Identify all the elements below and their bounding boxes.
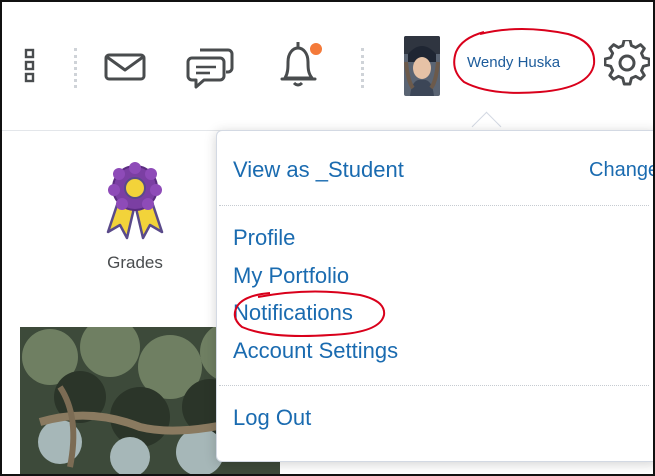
navbar-separator xyxy=(74,48,77,88)
award-ribbon-icon xyxy=(106,162,164,240)
chat-icon[interactable] xyxy=(186,42,236,90)
menu-item-log-out[interactable]: Log Out xyxy=(233,405,311,431)
mail-icon[interactable] xyxy=(102,48,148,86)
menu-item-notifications[interactable]: Notifications xyxy=(233,300,353,326)
user-name-link[interactable]: Wendy Huska xyxy=(467,54,560,71)
navbar-separator xyxy=(361,48,364,88)
menu-item-profile[interactable]: Profile xyxy=(233,225,295,251)
menu-divider xyxy=(219,205,649,206)
waffle-icon[interactable] xyxy=(12,46,38,86)
user-dropdown-menu: View as _Student Change Profile My Portf… xyxy=(216,130,653,462)
notification-badge xyxy=(309,42,323,56)
screenshot-frame: Wendy Huska Grades View as _Student Chan… xyxy=(0,0,655,476)
avatar[interactable] xyxy=(404,36,440,96)
view-as-student-link[interactable]: View as _Student xyxy=(233,157,404,183)
grades-label: Grades xyxy=(107,253,163,272)
menu-item-account-settings[interactable]: Account Settings xyxy=(233,338,398,364)
top-navbar: Wendy Huska xyxy=(2,2,653,131)
menu-divider xyxy=(219,385,649,386)
grades-widget[interactable]: Grades xyxy=(90,162,180,273)
change-role-link[interactable]: Change xyxy=(589,159,653,182)
menu-item-my-portfolio[interactable]: My Portfolio xyxy=(233,263,349,289)
gear-icon[interactable] xyxy=(604,40,650,86)
